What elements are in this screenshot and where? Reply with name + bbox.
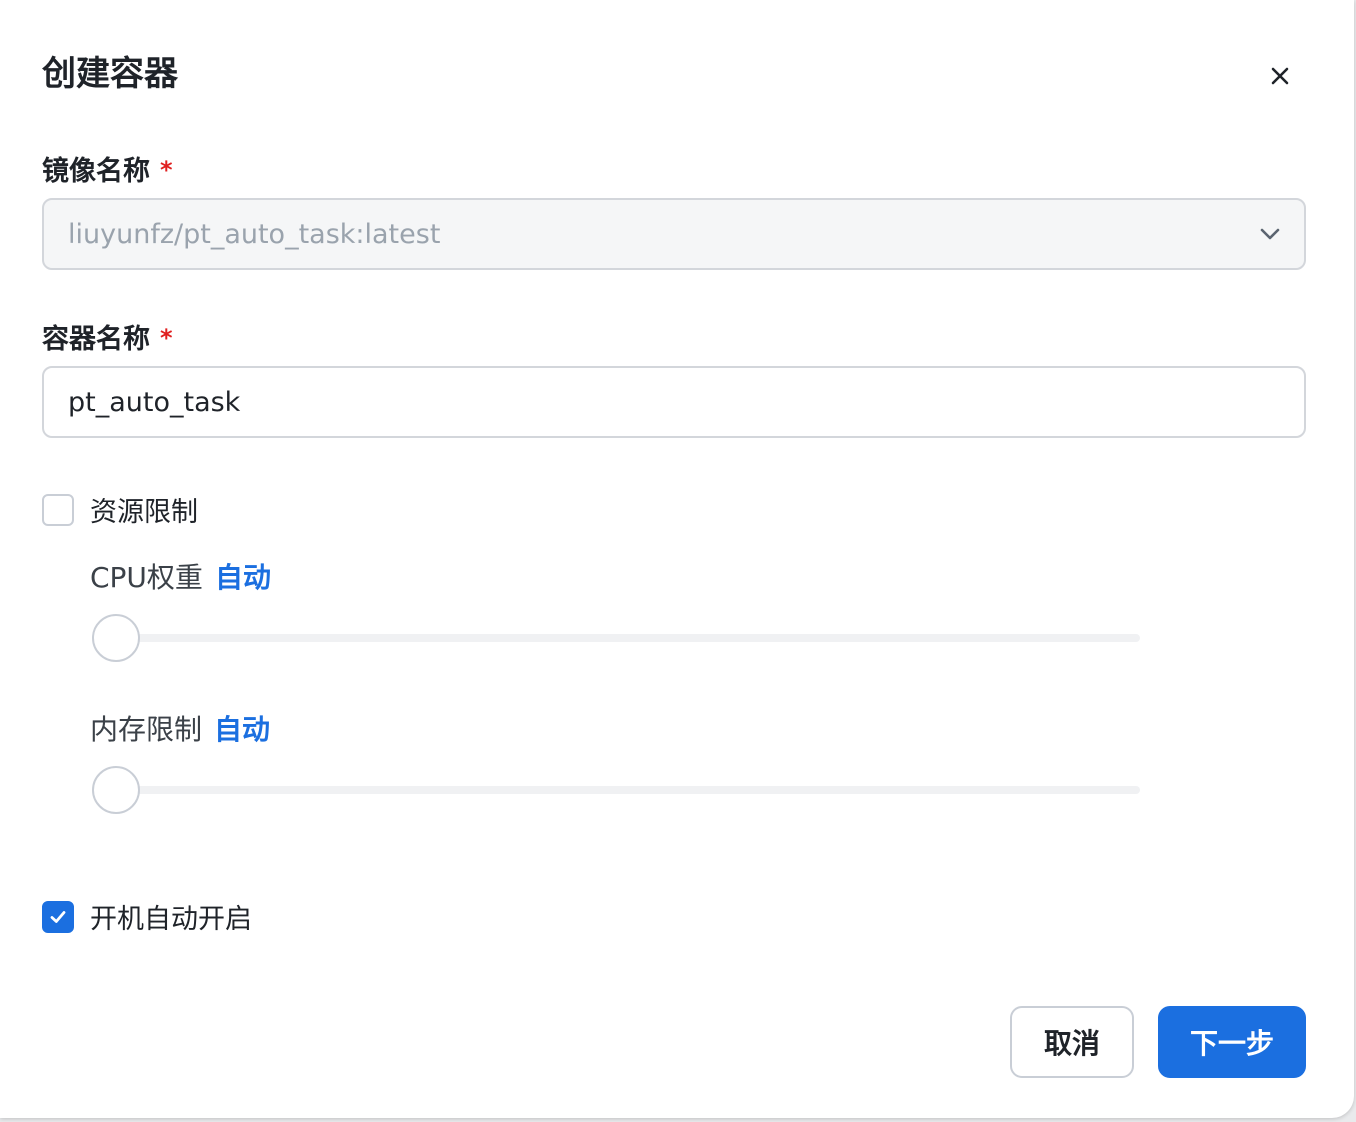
cpu-weight-value: 自动 bbox=[214, 561, 271, 594]
memory-limit-label-text: 内存限制 bbox=[90, 713, 203, 746]
container-name-field[interactable] bbox=[42, 366, 1306, 438]
memory-limit-label: 内存限制 自动 bbox=[90, 712, 270, 748]
dialog-title: 创建容器 bbox=[42, 54, 178, 94]
image-name-value: liuyunfz/pt_auto_task:latest bbox=[68, 218, 441, 250]
container-name-input[interactable] bbox=[68, 386, 1280, 418]
chevron-down-icon bbox=[1256, 220, 1284, 248]
create-container-dialog: 创建容器 镜像名称 * liuyunfz/pt_auto_task:latest … bbox=[0, 0, 1354, 1118]
cpu-weight-label: CPU权重 自动 bbox=[90, 560, 271, 596]
required-mark: * bbox=[160, 324, 173, 352]
next-step-button[interactable]: 下一步 bbox=[1158, 1006, 1306, 1078]
autostart-checkbox[interactable] bbox=[42, 900, 74, 933]
autostart-label: 开机自动开启 bbox=[90, 904, 252, 935]
image-name-label: 镜像名称 * bbox=[42, 152, 173, 190]
resource-limit-row[interactable]: 资源限制 bbox=[42, 490, 198, 529]
check-icon bbox=[50, 910, 66, 923]
memory-limit-slider-track[interactable] bbox=[116, 786, 1140, 794]
image-name-label-text: 镜像名称 bbox=[42, 156, 150, 187]
resource-limit-checkbox[interactable] bbox=[42, 493, 74, 526]
resource-limit-label: 资源限制 bbox=[90, 497, 198, 528]
cpu-weight-slider-thumb[interactable] bbox=[92, 614, 140, 662]
container-name-label: 容器名称 * bbox=[42, 320, 173, 358]
required-mark: * bbox=[160, 156, 173, 184]
memory-limit-value: 自动 bbox=[214, 713, 271, 746]
image-name-select[interactable]: liuyunfz/pt_auto_task:latest bbox=[42, 198, 1306, 270]
container-name-label-text: 容器名称 bbox=[42, 324, 150, 355]
memory-limit-slider-thumb[interactable] bbox=[92, 766, 140, 814]
close-button[interactable] bbox=[1262, 58, 1298, 94]
cancel-button[interactable]: 取消 bbox=[1010, 1006, 1134, 1078]
close-icon bbox=[1271, 67, 1289, 85]
cpu-weight-slider-track[interactable] bbox=[116, 634, 1140, 642]
cpu-weight-label-text: CPU权重 bbox=[90, 561, 203, 594]
autostart-row[interactable]: 开机自动开启 bbox=[42, 897, 252, 936]
